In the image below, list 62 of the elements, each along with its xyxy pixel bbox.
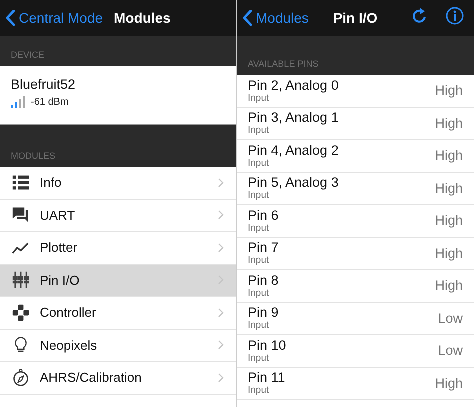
back-button[interactable]: Modules: [243, 10, 309, 26]
pin-mode: Input: [248, 320, 270, 332]
pin-name: Pin 2, Analog 0: [248, 78, 340, 93]
pin-mode: Input: [248, 352, 270, 364]
pin-value: High: [435, 180, 463, 196]
pin-name: Pin 5, Analog 3: [248, 175, 340, 190]
refresh-icon: [412, 7, 428, 24]
list-icon: [12, 174, 30, 192]
pin-value: Low: [438, 310, 463, 326]
device-name: Bluefruit52: [11, 77, 77, 92]
module-row[interactable]: AHRS/Calibration: [0, 362, 236, 394]
chevron-icon: [218, 372, 224, 383]
info-icon: [446, 6, 464, 24]
pin-mode: Input: [248, 125, 270, 136]
pin-name: Pin 8: [248, 272, 280, 288]
pin-value: Low: [438, 343, 463, 358]
pin-value: High: [435, 278, 463, 294]
back-chevron-icon: [6, 10, 15, 26]
module-row[interactable]: Controller: [0, 297, 236, 330]
pin-name: Pin 6: [248, 208, 280, 223]
pin-name: Pin 11: [248, 370, 286, 386]
section-header: AVAILABLE PINS: [237, 36, 474, 75]
chevron-icon: [218, 210, 224, 220]
pin-value: High: [435, 83, 463, 98]
section-header: DEVICE: [0, 36, 236, 66]
chevron-icon: [218, 308, 224, 318]
pin-name: Pin 9: [248, 305, 280, 320]
chevron-icon: [218, 340, 224, 350]
pin-name: Pin 10: [248, 338, 288, 353]
back-chevron-icon: [243, 10, 252, 26]
chevron-icon: [218, 178, 224, 188]
module-row[interactable]: UART: [0, 200, 236, 232]
nav-title: Pin I/O: [333, 10, 378, 26]
section-header: MODULES: [0, 125, 236, 167]
pin-value: High: [435, 376, 463, 391]
module-row[interactable]: Info: [0, 167, 236, 200]
pin-mode: Input: [248, 92, 270, 104]
gamepad-icon: [12, 304, 30, 322]
pin-mode: Input: [248, 190, 270, 202]
pin-name: Pin 3, Analog 1: [248, 110, 340, 126]
chat-icon: [12, 206, 30, 224]
signal-strength: -61 dBm: [31, 96, 69, 108]
compass-icon: [12, 368, 30, 387]
module-row[interactable]: Pin I/O: [0, 264, 236, 297]
chevron-icon: [218, 242, 224, 253]
signal-icon: [11, 96, 25, 108]
pin-mode: Input: [248, 288, 270, 299]
pin-value: High: [435, 116, 463, 131]
pin-mode: Input: [248, 385, 270, 396]
lightbulb-icon: [12, 336, 30, 354]
pin-mode: Input: [248, 255, 270, 266]
module-row[interactable]: Neopixels: [0, 330, 236, 362]
pin-name: Pin 4, Analog 2: [248, 142, 340, 158]
pin-mode: Input: [248, 158, 270, 169]
pin-name: Pin 7: [248, 240, 280, 256]
pin-mode: Input: [248, 222, 270, 234]
back-button[interactable]: Central Mode: [6, 10, 104, 26]
pin-value: High: [435, 246, 463, 261]
pin-value: High: [435, 148, 463, 164]
nav-title: Modules: [114, 10, 171, 26]
pin-value: High: [435, 213, 463, 228]
sliders-icon: [12, 271, 30, 290]
